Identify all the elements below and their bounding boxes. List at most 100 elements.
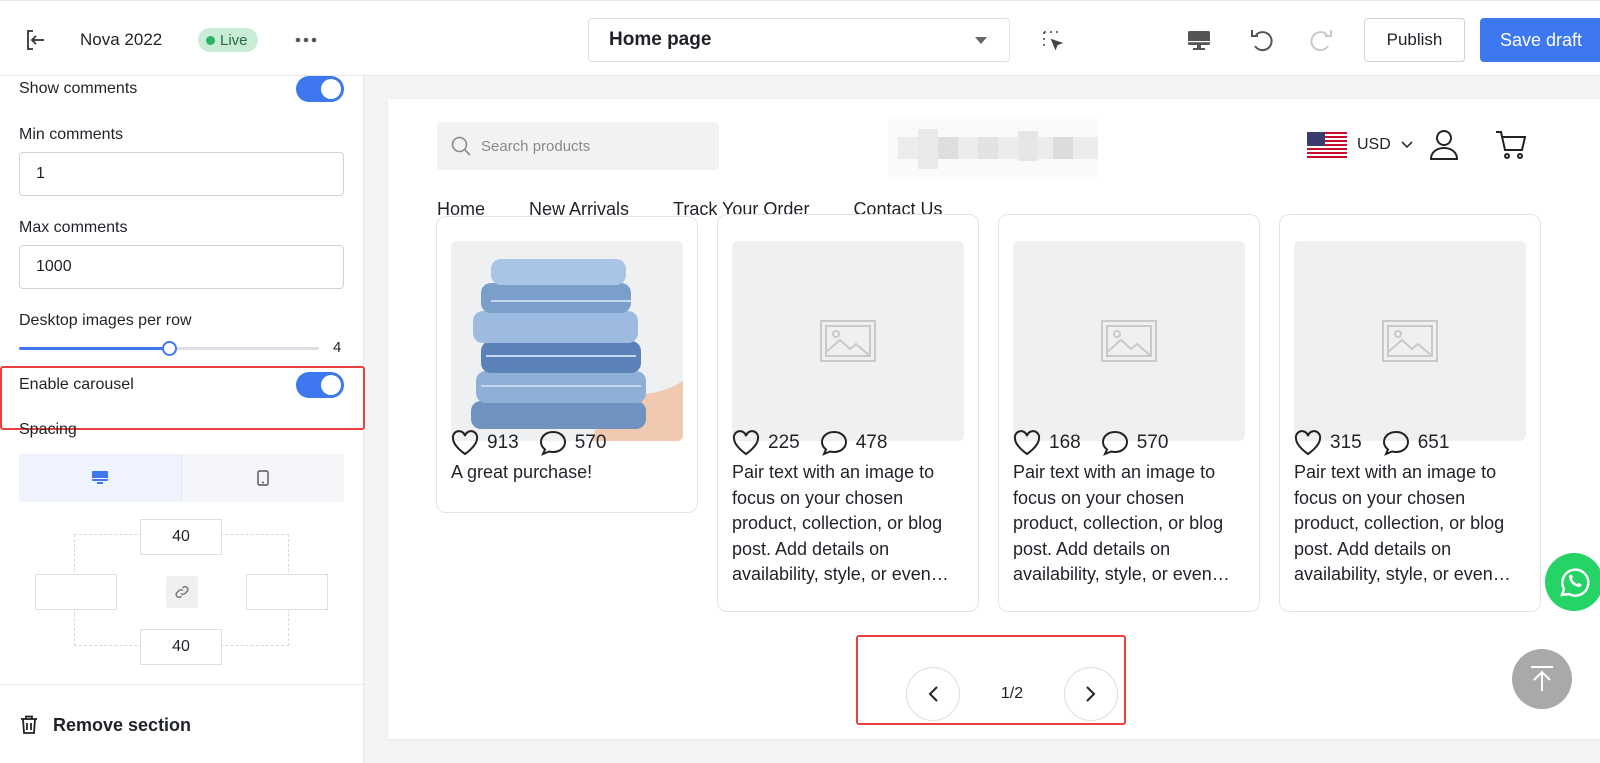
heart-icon[interactable] [732,430,760,456]
spacing-right-input[interactable] [246,574,328,610]
toggle-knob [321,79,341,99]
card-caption: A great purchase! [451,462,593,482]
device-toggle [19,454,344,502]
likes-count: 168 [1049,432,1081,453]
comments-count: 478 [855,432,888,453]
store-name: Nova 2022 [80,30,163,49]
page-counter: 1/2 [1000,685,1024,702]
spacing-label: Spacing [19,421,77,438]
min-comments-label: Min comments [19,126,124,143]
live-dot-icon [206,35,215,45]
trash-icon [21,715,37,734]
chevron-down-icon [975,37,987,44]
mobile-spacing-tab[interactable] [181,454,344,502]
card-caption: Pair text with an image to focus on your… [732,462,949,584]
enable-carousel-label: Enable carousel [19,376,134,393]
chevron-left-icon [928,686,938,702]
store-preview: Search products USD Home New Arrivals Tr… [388,99,1600,739]
chevron-right-icon [1086,686,1096,702]
enable-carousel-toggle[interactable] [296,372,344,398]
exit-icon[interactable] [22,27,50,53]
image-placeholder-icon [1101,320,1157,362]
likes-count: 913 [487,432,519,453]
comment-card[interactable]: 225 478 Pair text with an image to focus… [717,214,979,612]
card-stats: 225 478 [732,430,887,456]
images-per-row-slider[interactable] [19,341,319,356]
comment-card[interactable]: 168 570 Pair text with an image to focus… [998,214,1260,612]
comment-icon[interactable] [820,430,848,456]
editor-toolbar: Nova 2022 Live Home page Publish Save dr… [0,0,1600,76]
settings-sidebar: Show comments Min comments 1 Max comment… [0,76,365,763]
card-image-placeholder [732,241,964,441]
image-placeholder-icon [1382,320,1438,362]
remove-section-button[interactable]: Remove section [0,684,364,763]
page-select[interactable]: Home page [588,18,1010,62]
image-placeholder-icon [820,320,876,362]
chevron-down-icon [1401,141,1413,149]
max-comments-label: Max comments [19,219,128,236]
heart-icon[interactable] [451,430,479,456]
spacing-top-input[interactable]: 40 [140,519,222,555]
search-icon [451,136,471,156]
desktop-icon [92,471,108,484]
desktop-spacing-tab[interactable] [19,454,181,502]
store-logo[interactable] [888,117,1098,177]
save-draft-button[interactable]: Save draft [1480,18,1600,62]
card-image-denim [451,241,683,441]
currency-selector[interactable]: USD [1307,132,1413,158]
images-per-row-value: 4 [333,339,342,356]
select-element-icon[interactable] [1040,28,1066,54]
status-badge: Live [198,28,258,52]
status-badge-label: Live [220,31,248,49]
comments-count: 570 [1136,432,1169,453]
comment-icon[interactable] [539,430,567,456]
comments-count: 651 [1417,432,1450,453]
card-caption: Pair text with an image to focus on your… [1294,462,1511,584]
comment-icon[interactable] [1382,430,1410,456]
account-icon[interactable] [1428,127,1460,163]
redo-icon[interactable] [1306,25,1336,55]
show-comments-label: Show comments [19,80,138,97]
comments-count: 570 [574,432,607,453]
search-input[interactable]: Search products [437,122,719,170]
slider-thumb[interactable] [162,341,177,356]
arrow-up-icon [1531,666,1553,691]
undo-icon[interactable] [1247,25,1277,55]
card-image-placeholder [1013,241,1245,441]
spacing-bottom-input[interactable]: 40 [140,629,222,665]
next-page-button[interactable] [1064,667,1118,721]
us-flag-icon [1307,132,1347,158]
spacing-left-input[interactable] [35,574,117,610]
heart-icon[interactable] [1294,430,1322,456]
link-spacing-button[interactable] [166,576,198,608]
card-stats: 315 651 [1294,430,1449,456]
whatsapp-icon[interactable] [1545,553,1600,611]
card-stats: 913 570 [451,430,606,456]
max-comments-input[interactable]: 1000 [19,245,344,289]
comment-icon[interactable] [1101,430,1129,456]
likes-count: 225 [768,432,800,453]
more-options-icon[interactable] [293,29,319,51]
show-comments-toggle[interactable] [296,76,344,102]
heart-icon[interactable] [1013,430,1041,456]
comment-card[interactable]: 913 570 A great purchase! [436,216,698,513]
card-caption: Pair text with an image to focus on your… [1013,462,1230,584]
back-to-top-button[interactable] [1512,649,1572,709]
mobile-icon [257,470,269,486]
toggle-knob [321,375,341,395]
likes-count: 315 [1330,432,1362,453]
remove-section-label: Remove section [53,715,192,735]
card-stats: 168 570 [1013,430,1168,456]
link-icon [175,585,189,599]
min-comments-input[interactable]: 1 [19,152,344,196]
publish-button[interactable]: Publish [1364,18,1465,62]
card-image-placeholder [1294,241,1526,441]
currency-label: USD [1357,136,1391,153]
cart-icon[interactable] [1494,127,1528,163]
desktop-view-icon[interactable] [1185,26,1213,54]
comment-card[interactable]: 315 651 Pair text with an image to focus… [1279,214,1541,612]
carousel-pager: 1/2 [896,667,1128,721]
images-per-row-label: Desktop images per row [19,312,192,329]
previous-page-button[interactable] [906,667,960,721]
page-select-value: Home page [609,29,712,50]
